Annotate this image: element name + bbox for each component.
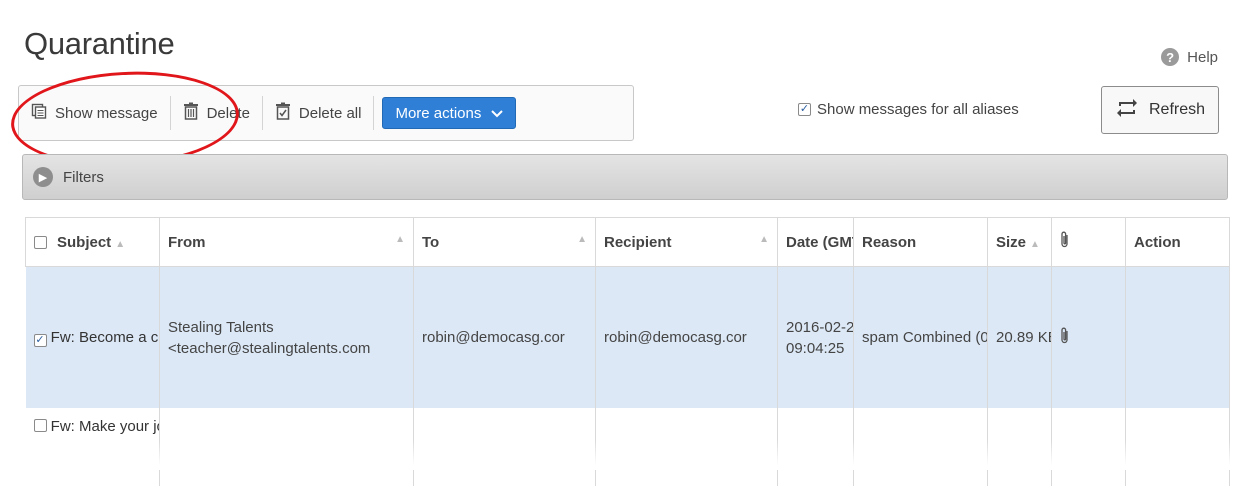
more-actions-dropdown[interactable]: More actions	[382, 97, 517, 129]
delete-all-button[interactable]: Delete all	[263, 91, 374, 135]
column-header-from[interactable]: From ▲	[159, 217, 414, 267]
delete-label: Delete	[206, 104, 250, 122]
cell-attachment	[1051, 266, 1126, 408]
page-title: Quarantine	[24, 26, 175, 61]
paperclip-icon	[1060, 231, 1070, 253]
delete-button[interactable]: Delete	[171, 91, 262, 135]
show-message-label: Show message	[55, 104, 158, 122]
show-message-button[interactable]: Show message	[19, 91, 170, 135]
date-text: 2016-02-2	[786, 318, 854, 336]
from-name: Stealing Talents	[168, 318, 274, 336]
refresh-icon	[1115, 97, 1139, 124]
paperclip-icon	[1060, 327, 1070, 349]
toolbar-divider	[373, 96, 375, 130]
refresh-button[interactable]: Refresh	[1101, 86, 1219, 134]
column-header-action: Action	[1125, 217, 1230, 267]
cell-recipient: robin@democasg.cor	[595, 266, 778, 408]
sort-arrow-icon: ▲	[395, 233, 405, 245]
cell-reason: spam Combined (0.15)	[853, 266, 988, 408]
delete-all-label: Delete all	[298, 104, 362, 122]
action-toolbar: Show message Delete Delete all More acti…	[18, 85, 634, 141]
column-header-to[interactable]: To ▲	[413, 217, 596, 267]
column-header-recipient[interactable]: Recipient ▲	[595, 217, 778, 267]
table-row[interactable]: ✓ Fw: Become a certified cloud computing…	[25, 266, 1230, 408]
filters-label: Filters	[63, 168, 104, 186]
from-email: <teacher@stealingtalents.com	[168, 339, 371, 357]
column-header-attachment[interactable]	[1051, 217, 1126, 267]
table-header-row: Subject ▲ From ▲ To ▲ Recipient ▲ Date (GMT …	[25, 217, 1230, 267]
row-checkbox[interactable]	[33, 419, 47, 432]
cell-date: 2016-02-2 09:04:25	[777, 266, 854, 408]
show-message-icon	[31, 103, 47, 123]
trash-icon	[183, 102, 199, 124]
cell-to: robin@democasg.cor	[413, 266, 596, 408]
sort-arrow-icon: ▲	[759, 233, 769, 245]
more-actions-label: More actions	[395, 104, 482, 122]
filters-panel-toggle[interactable]: ▶ Filters	[22, 154, 1228, 200]
column-header-reason[interactable]: Reason	[853, 217, 988, 267]
torn-edge-fade	[0, 440, 1238, 470]
cell-subject[interactable]: ✓ Fw: Become a certified cloud computing…	[25, 266, 160, 408]
help-label[interactable]: Help	[1187, 49, 1218, 66]
help-icon[interactable]: ?	[1161, 48, 1180, 66]
all-aliases-toggle[interactable]: ✓ Show messages for all aliases	[798, 101, 1019, 118]
subject-text: Fw: Become a certified cloud computing p…	[50, 329, 159, 346]
chevron-down-icon	[491, 105, 504, 122]
sort-arrow-icon: ▲	[115, 238, 126, 250]
cell-size: 20.89 KB	[987, 266, 1052, 408]
column-header-subject[interactable]: Subject ▲	[25, 217, 160, 267]
all-aliases-checkbox[interactable]: ✓	[798, 103, 811, 116]
help-link[interactable]: ? Help	[1161, 48, 1218, 66]
trash-all-icon	[275, 102, 291, 124]
refresh-label: Refresh	[1148, 101, 1206, 118]
expand-arrow-icon: ▶	[33, 167, 53, 187]
row-checkbox[interactable]: ✓	[33, 334, 47, 347]
subject-text: Fw: Make your journey	[50, 418, 159, 435]
sort-arrow-icon: ▲	[577, 233, 587, 245]
cell-action	[1125, 266, 1230, 408]
column-header-size[interactable]: Size ▲	[987, 217, 1052, 267]
select-all-checkbox[interactable]	[34, 235, 47, 249]
column-header-date[interactable]: Date (GMT	[777, 217, 854, 267]
sort-arrow-icon: ▲	[1030, 238, 1040, 250]
all-aliases-label: Show messages for all aliases	[817, 101, 1019, 118]
time-text: 09:04:25	[786, 339, 845, 357]
cell-from: Stealing Talents <teacher@stealingtalent…	[159, 266, 414, 408]
